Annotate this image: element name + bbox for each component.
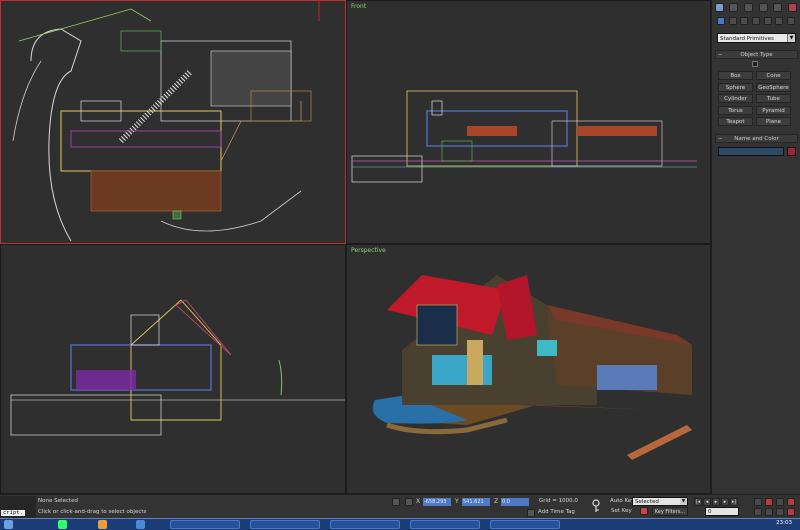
systems-icon[interactable] — [787, 17, 796, 25]
geometry-icon[interactable] — [716, 17, 725, 25]
time-tag-icon[interactable] — [527, 509, 535, 517]
modify-tab-icon[interactable] — [729, 2, 739, 12]
current-frame-field[interactable]: 0 — [705, 507, 739, 516]
name-color-title: Name and Color — [734, 136, 779, 142]
absolute-mode-icon[interactable] — [405, 498, 413, 506]
taskbar-app-icon[interactable] — [58, 520, 67, 529]
zoom-all-icon[interactable] — [765, 498, 773, 506]
primitive-category-value: Standard Primitives — [720, 36, 774, 42]
spacewarps-icon[interactable] — [775, 17, 784, 25]
front-elevation-drawing — [351, 90, 697, 183]
viewport-front[interactable]: Front — [346, 0, 711, 244]
top-plan-drawing — [12, 1, 320, 242]
key-icon[interactable] — [590, 499, 602, 513]
primitive-plane-button[interactable]: Plane — [756, 117, 791, 126]
x-coordinate-field[interactable]: -658.293 — [423, 498, 451, 506]
default-in-out-tangent-icon[interactable] — [640, 507, 648, 515]
viewport-perspective[interactable]: Perspective — [346, 244, 711, 494]
object-name-field[interactable] — [718, 147, 784, 156]
create-category-row — [712, 15, 800, 27]
primitive-teapot-button[interactable]: Teapot — [718, 117, 753, 126]
viewport-perspective-label: Perspective — [351, 247, 386, 254]
create-tab-icon[interactable] — [714, 2, 724, 12]
key-filters-button[interactable]: Key Filters... — [652, 507, 688, 516]
start-button-icon[interactable] — [4, 520, 13, 529]
taskbar-app-icon[interactable] — [98, 520, 107, 529]
command-panel-tabs — [712, 1, 800, 13]
viewport-top[interactable] — [0, 0, 346, 244]
name-color-rollout[interactable]: − Name and Color — [715, 134, 798, 143]
selection-status: None Selected — [38, 498, 78, 504]
taskbar-window-button[interactable] — [410, 520, 480, 529]
zoom-icon[interactable] — [754, 498, 762, 506]
primitive-box-button[interactable]: Box — [718, 71, 753, 80]
z-label: Z — [494, 498, 499, 505]
go-to-end-icon[interactable]: ▸| — [730, 498, 738, 506]
motion-tab-icon[interactable] — [758, 2, 768, 12]
primitive-cylinder-button[interactable]: Cylinder — [718, 94, 753, 103]
lights-icon[interactable] — [740, 17, 749, 25]
taskbar-window-button[interactable] — [170, 520, 240, 529]
rollout-collapse-icon: − — [718, 136, 723, 142]
primitive-geosphere-button[interactable]: GeoSphere — [756, 82, 791, 92]
pan-view-icon[interactable] — [765, 508, 773, 516]
z-coordinate-field[interactable]: 0.0 — [501, 498, 529, 506]
add-time-tag-button[interactable]: Add Time Tag — [538, 509, 575, 515]
x-label: X — [416, 498, 421, 505]
display-tab-icon[interactable] — [773, 2, 783, 12]
key-selection-dropdown[interactable]: Selected ▼ — [632, 497, 688, 506]
autogrid-checkbox[interactable] — [752, 61, 758, 67]
viewport-front-label: Front — [351, 3, 367, 10]
next-frame-icon[interactable]: ▸ — [721, 498, 729, 506]
auto-key-button[interactable]: Auto Key — [610, 498, 635, 504]
set-key-button[interactable]: Set Key — [611, 508, 632, 514]
object-color-swatch[interactable] — [787, 147, 796, 156]
utilities-tab-icon[interactable] — [788, 2, 798, 12]
perspective-house-render — [372, 275, 692, 460]
taskbar-clock: 23:03 — [776, 520, 792, 526]
status-bar: cript. None Selected Click or click-and-… — [0, 494, 800, 518]
primitive-category-dropdown[interactable]: Standard Primitives ▼ — [717, 33, 796, 43]
primitive-sphere-button[interactable]: Sphere — [718, 82, 753, 92]
viewport-left[interactable] — [0, 244, 346, 494]
chevron-down-icon: ▼ — [787, 34, 795, 42]
hierarchy-tab-icon[interactable] — [744, 2, 754, 12]
helpers-icon[interactable] — [763, 17, 772, 25]
maxscript-listener[interactable]: cript. — [0, 496, 36, 518]
primitive-cone-button[interactable]: Cone — [756, 71, 791, 80]
object-type-rollout[interactable]: − Object Type — [715, 50, 798, 59]
go-to-start-icon[interactable]: |◂ — [694, 498, 702, 506]
maximize-viewport-icon[interactable] — [787, 508, 795, 516]
zoom-extents-all-icon[interactable] — [787, 498, 795, 506]
windows-taskbar: 23:03 — [0, 518, 800, 530]
y-label: Y — [455, 498, 459, 505]
lock-selection-icon[interactable] — [392, 498, 400, 506]
grid-size-readout: Grid = 1000.0 — [539, 498, 578, 504]
play-icon[interactable]: ▸ — [712, 498, 720, 506]
y-coordinate-field[interactable]: 541.621 — [462, 498, 490, 506]
shapes-icon[interactable] — [728, 17, 737, 25]
orbit-icon[interactable] — [776, 508, 784, 516]
taskbar-app-icon[interactable] — [136, 520, 145, 529]
zoom-extents-icon[interactable] — [776, 498, 784, 506]
object-type-title: Object Type — [740, 52, 773, 58]
taskbar-window-button[interactable] — [330, 520, 400, 529]
cameras-icon[interactable] — [751, 17, 760, 25]
maxscript-text: cript. — [1, 510, 25, 516]
taskbar-window-button[interactable] — [250, 520, 320, 529]
primitive-pyramid-button[interactable]: Pyramid — [756, 105, 791, 115]
primitive-tube-button[interactable]: Tube — [756, 94, 791, 103]
prompt-line: Click or click-and-drag to select object… — [38, 509, 147, 515]
previous-frame-icon[interactable]: ◂ — [703, 498, 711, 506]
primitive-torus-button[interactable]: Torus — [718, 105, 753, 115]
left-elevation-drawing — [10, 299, 345, 436]
command-panel: Standard Primitives ▼ − Object Type Box C… — [711, 0, 800, 494]
key-selection-value: Selected — [635, 499, 659, 505]
chevron-down-icon: ▼ — [680, 498, 687, 505]
rollout-collapse-icon: − — [718, 52, 723, 58]
taskbar-window-button[interactable] — [490, 520, 560, 529]
field-of-view-icon[interactable] — [754, 508, 762, 516]
